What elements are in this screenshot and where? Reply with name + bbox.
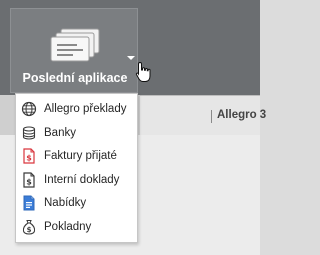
- tab-separator: [211, 110, 212, 123]
- recent-apps-button[interactable]: Poslední aplikace: [10, 8, 151, 93]
- stacked-cards-icon: [47, 27, 103, 72]
- menu-item-banky[interactable]: Banky: [16, 122, 137, 144]
- svg-text:$: $: [26, 178, 32, 187]
- ribbon: Poslední aplikace: [0, 0, 260, 95]
- money-bag-icon: $: [21, 219, 37, 235]
- menu-item-pokladny[interactable]: $ Pokladny: [16, 216, 137, 238]
- recent-apps-label: Poslední aplikace: [22, 71, 128, 85]
- menu-item-faktury-prijate[interactable]: $ Faktury přijaté: [16, 145, 137, 167]
- menu-item-label: Faktury přijaté: [44, 150, 117, 162]
- tab-allegro[interactable]: Allegro 3: [140, 95, 266, 135]
- svg-text:$: $: [27, 226, 32, 234]
- menu-item-interni-doklady[interactable]: $ Interní doklady: [16, 169, 137, 191]
- caret-down-icon[interactable]: [127, 56, 135, 60]
- menu-item-label: Banky: [44, 127, 76, 139]
- offer-document-icon: [21, 195, 37, 211]
- menu-item-label: Nabídky: [44, 197, 87, 209]
- coin-stack-icon: [21, 125, 37, 141]
- recent-apps-menu: Allegro překlady Banky $ Faktury přijaté: [15, 93, 138, 243]
- internal-document-icon: $: [21, 172, 37, 188]
- invoice-icon: $: [21, 148, 37, 164]
- menu-item-allegro-preklady[interactable]: Allegro překlady: [16, 98, 137, 120]
- menu-item-label: Interní doklady: [44, 174, 120, 186]
- svg-text:$: $: [26, 154, 32, 163]
- menu-item-nabidky[interactable]: Nabídky: [16, 192, 137, 214]
- globe-icon: [21, 101, 37, 117]
- menu-item-label: Allegro překlady: [44, 103, 127, 115]
- hand-cursor-icon: [135, 61, 153, 88]
- menu-item-label: Pokladny: [44, 221, 92, 233]
- tab-label: Allegro 3: [217, 109, 267, 121]
